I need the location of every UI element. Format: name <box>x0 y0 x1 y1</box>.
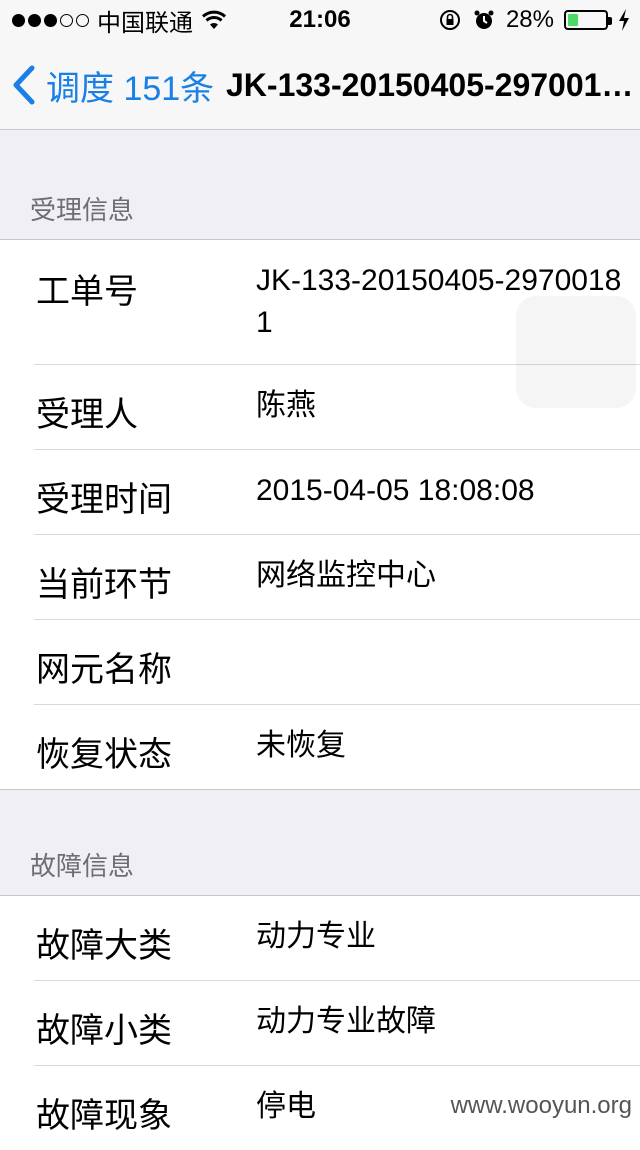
row-label: 工单号 <box>36 273 138 311</box>
list-item[interactable]: 当前环节 网络监控中心 <box>34 535 640 620</box>
status-bar: 中国联通 21:06 28% <box>0 0 640 40</box>
row-value: 2015-04-05 18:08:08 <box>256 474 535 507</box>
row-label: 当前环节 <box>36 566 172 604</box>
row-value: 未恢复 <box>256 729 346 762</box>
section-header-fault: 故障信息 <box>30 851 135 881</box>
navigation-bar: 调度 151条 JK-133-20150405-297001… <box>0 40 640 130</box>
list-item[interactable]: 网元名称 <box>34 620 640 705</box>
row-label: 受理人 <box>36 396 138 434</box>
battery-percent: 28% <box>505 6 554 33</box>
list-item[interactable]: 受理时间 2015-04-05 18:08:08 <box>34 450 640 535</box>
row-label: 恢复状态 <box>36 736 172 774</box>
battery-icon <box>564 10 612 30</box>
section-header-acceptance: 受理信息 <box>30 195 135 225</box>
row-value: 动力专业 <box>256 920 376 953</box>
list-item[interactable]: 故障小类 动力专业故障 <box>34 981 640 1066</box>
alarm-icon <box>474 10 494 29</box>
row-label: 故障现象 <box>36 1097 172 1135</box>
row-value: 动力专业故障 <box>256 1005 436 1038</box>
row-label: 受理时间 <box>36 481 172 519</box>
back-button-label: 调度 151条 <box>46 69 215 108</box>
watermark: www.wooyun.org <box>450 1092 632 1119</box>
charging-bolt-icon <box>619 9 629 31</box>
assistive-touch-button[interactable] <box>516 296 636 408</box>
chevron-left-icon <box>13 65 35 105</box>
rotation-lock-icon <box>439 10 460 30</box>
row-label: 故障大类 <box>36 927 172 965</box>
row-value: 网络监控中心 <box>256 559 436 592</box>
back-button[interactable]: 调度 151条 <box>6 40 214 130</box>
list-item[interactable]: 恢复状态 未恢复 <box>34 705 640 789</box>
row-label: 故障小类 <box>36 1012 172 1050</box>
list-item[interactable]: 故障大类 动力专业 <box>34 896 640 981</box>
row-label: 网元名称 <box>36 651 172 689</box>
page-title: JK-133-20150405-297001… <box>226 66 634 103</box>
